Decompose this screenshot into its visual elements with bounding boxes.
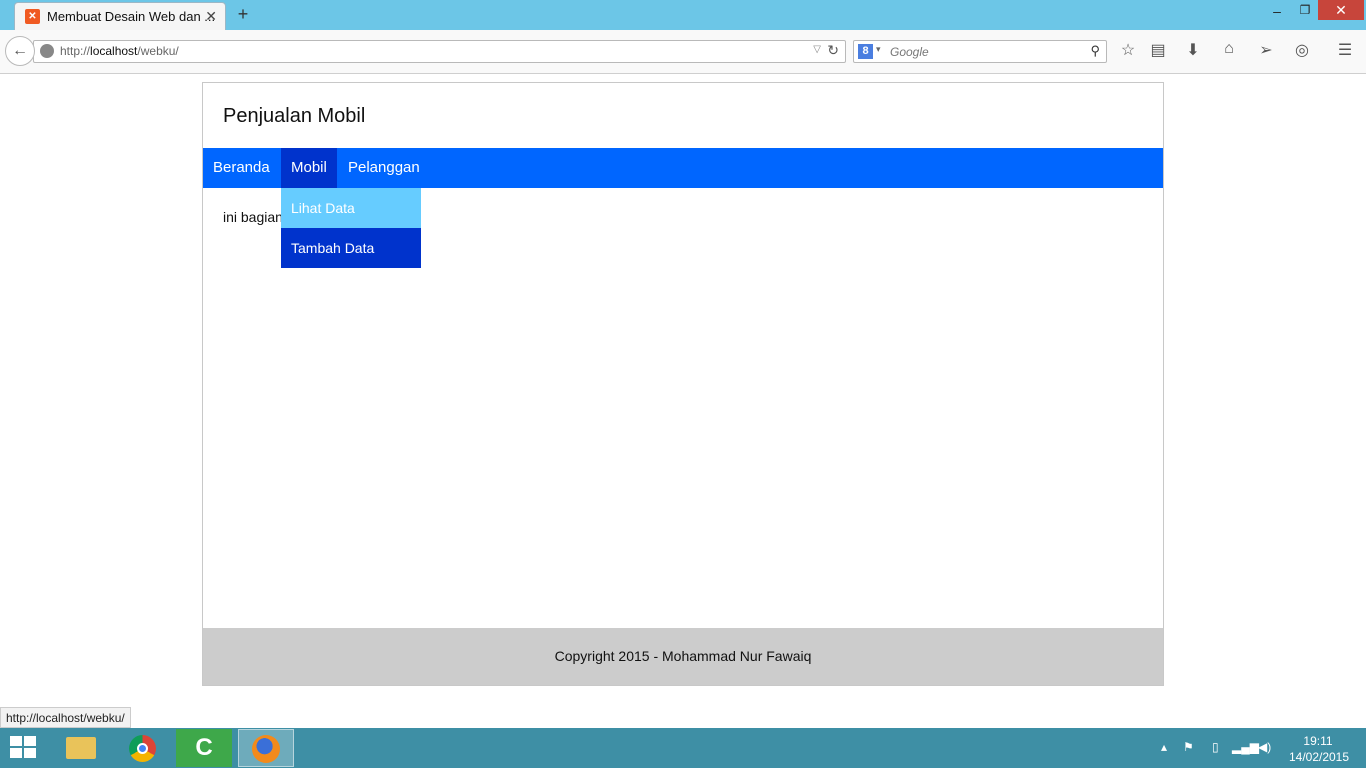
url-history-dropdown-icon[interactable]: ▽ [813, 44, 821, 55]
google-search-engine-icon[interactable]: 8 [858, 44, 873, 59]
battery-icon[interactable]: ▯ [1212, 740, 1219, 754]
taskbar: C ▴ ⚑ ▯ ▂▄▆ ◀) 19:11 14/02/2015 [0, 728, 1366, 768]
back-arrow-icon: ← [12, 42, 28, 59]
taskbar-file-explorer[interactable] [53, 729, 109, 767]
menu-item-mobil[interactable]: Mobil [281, 148, 337, 188]
search-bar[interactable]: 8 ▾ Google ⚲ [853, 40, 1107, 63]
taskbar-firefox[interactable] [238, 729, 294, 767]
site-title: Penjualan Mobil [223, 105, 366, 127]
reload-icon[interactable]: ↻ [827, 42, 839, 59]
search-engine-dropdown-icon[interactable]: ▾ [876, 44, 881, 55]
menu-hamburger-icon[interactable]: ☰ [1334, 40, 1356, 60]
clock-time[interactable]: 19:11 [1290, 734, 1346, 748]
network-signal-icon[interactable]: ▂▄▆ [1232, 740, 1259, 754]
browser-title-bar: ✕ Membuat Desain Web dan ... ✕ + – ❐ ✕ [0, 0, 1366, 30]
menu-item-pelanggan[interactable]: Pelanggan [338, 148, 430, 188]
firefox-icon [252, 735, 280, 763]
pocket-icon[interactable]: ◎ [1291, 40, 1313, 60]
bookmark-star-icon[interactable]: ☆ [1117, 40, 1139, 60]
dropdown-item-lihat-data[interactable]: Lihat Data [281, 188, 421, 228]
downloads-icon[interactable]: ⬇ [1182, 40, 1204, 60]
url-text[interactable]: http://localhost/webku/ [60, 44, 179, 58]
content-text: ini bagian [223, 209, 283, 225]
restore-button[interactable]: ❐ [1294, 3, 1316, 19]
xampp-favicon-icon: ✕ [25, 9, 40, 24]
footer: Copyright 2015 - Mohammad Nur Fawaiq [203, 628, 1163, 685]
home-icon[interactable]: ⌂ [1218, 40, 1240, 58]
dropdown-item-tambah-data[interactable]: Tambah Data [281, 228, 421, 268]
chrome-icon [129, 735, 156, 762]
mobil-dropdown-menu: Lihat Data Tambah Data [281, 188, 421, 268]
url-bar[interactable]: http://localhost/webku/ ▽ ↻ [33, 40, 846, 63]
globe-icon [40, 44, 54, 58]
browser-tab[interactable]: ✕ Membuat Desain Web dan ... ✕ [14, 2, 226, 30]
close-window-button[interactable]: ✕ [1318, 0, 1364, 20]
search-magnifier-icon[interactable]: ⚲ [1090, 43, 1100, 59]
main-menu: Beranda Mobil Pelanggan [203, 148, 1163, 188]
menu-item-beranda[interactable]: Beranda [203, 148, 280, 188]
page-container: Penjualan Mobil Beranda Mobil Pelanggan … [202, 82, 1164, 686]
action-center-flag-icon[interactable]: ⚑ [1183, 740, 1194, 754]
send-icon[interactable]: ➢ [1255, 40, 1277, 60]
bookmarks-menu-icon[interactable]: ▤ [1147, 40, 1169, 60]
start-windows-icon[interactable] [10, 736, 38, 760]
tab-close-icon[interactable]: ✕ [205, 8, 217, 25]
volume-icon[interactable]: ◀) [1258, 740, 1271, 754]
folder-icon [66, 737, 96, 759]
search-input[interactable]: Google [890, 45, 929, 59]
new-tab-button[interactable]: + [234, 4, 252, 25]
clock-date[interactable]: 14/02/2015 [1288, 750, 1350, 764]
back-button[interactable]: ← [5, 36, 35, 66]
taskbar-chrome[interactable] [115, 729, 171, 767]
tab-title: Membuat Desain Web dan ... [47, 9, 216, 24]
minimize-button[interactable]: – [1266, 3, 1288, 19]
taskbar-camtasia[interactable]: C [176, 729, 232, 767]
show-hidden-icons-icon[interactable]: ▴ [1161, 740, 1167, 754]
status-link-preview: http://localhost/webku/ [0, 707, 131, 728]
camtasia-icon: C [195, 734, 213, 761]
